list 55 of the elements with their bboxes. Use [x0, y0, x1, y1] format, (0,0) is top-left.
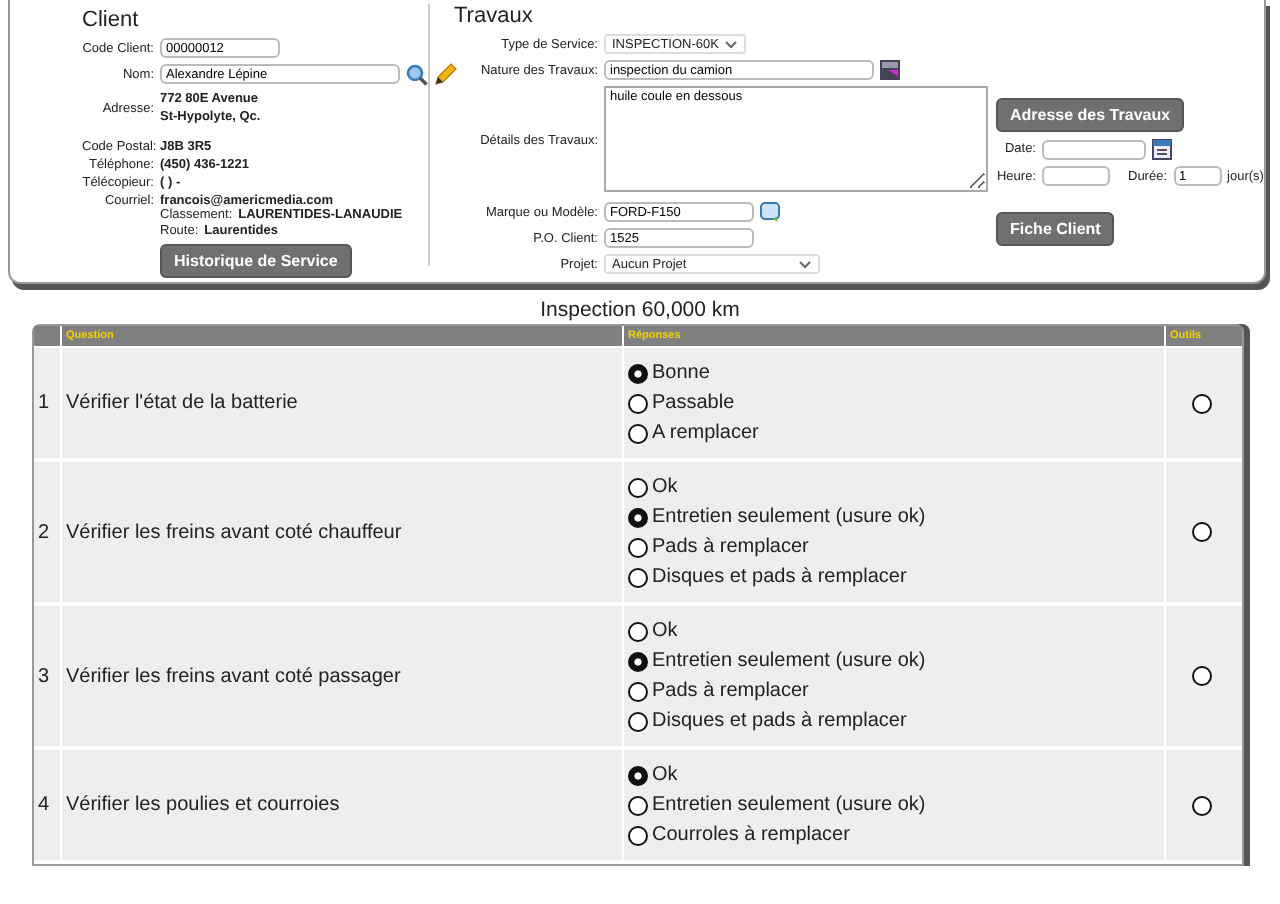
radio-button[interactable]	[628, 651, 648, 671]
row-number: 1	[34, 348, 60, 458]
answer-option[interactable]: Ok	[628, 616, 678, 646]
question-text: Vérifier les freins avant coté chauffeur	[62, 462, 622, 602]
row-number: 2	[34, 462, 60, 602]
search-icon[interactable]	[406, 63, 428, 85]
radio-button[interactable]	[628, 423, 648, 443]
answer-option[interactable]: Bonne	[628, 358, 710, 388]
answer-option[interactable]: Entretien seulement (usure ok)	[628, 790, 926, 820]
radio-button[interactable]	[628, 363, 648, 383]
answer-option[interactable]: Pads à remplacer	[628, 532, 809, 562]
question-text: Vérifier les freins avant coté passager	[62, 606, 622, 746]
work-address-button[interactable]: Adresse des Travaux	[996, 98, 1185, 132]
radio-button[interactable]	[628, 621, 648, 641]
chevron-icon	[724, 39, 739, 49]
color-picker-icon[interactable]	[880, 60, 900, 80]
radio-button[interactable]	[628, 537, 648, 557]
answer-option[interactable]: Entretien seulement (usure ok)	[628, 502, 926, 532]
question-text: Vérifier l'état de la batterie	[62, 348, 622, 458]
answer-option[interactable]: Disques et pads à remplacer	[628, 706, 907, 736]
answer-option[interactable]: Ok	[628, 760, 678, 790]
time-field[interactable]	[1042, 166, 1110, 186]
radio-button[interactable]	[628, 825, 648, 845]
tool-radio-button[interactable]	[1192, 666, 1212, 686]
chevron-icon	[798, 259, 812, 269]
history-button[interactable]: Historique de Service	[160, 244, 352, 278]
radio-button[interactable]	[628, 393, 648, 413]
answer-option[interactable]: Ok	[628, 472, 678, 502]
radio-button[interactable]	[628, 795, 648, 815]
inspection-title: Inspection 60,000 km	[538, 298, 742, 322]
tool-radio-button[interactable]	[1192, 522, 1212, 542]
radio-button[interactable]	[628, 567, 648, 587]
date-field[interactable]	[1042, 139, 1146, 159]
pencil-icon[interactable]	[434, 62, 458, 86]
radio-button[interactable]	[628, 711, 648, 731]
radio-button[interactable]	[628, 681, 648, 701]
client-sheet-button[interactable]: Fiche Client	[996, 212, 1115, 246]
section-title: Travaux	[454, 4, 535, 28]
radio-button[interactable]	[628, 507, 648, 527]
answer-option[interactable]: Disques et pads à remplacer	[628, 562, 907, 592]
calendar-icon[interactable]	[1152, 138, 1172, 160]
question-text: Vérifier les poulies et courroies	[62, 750, 622, 860]
tool-radio-button[interactable]	[1192, 393, 1212, 413]
answer-option[interactable]: Courroles à remplacer	[628, 820, 850, 850]
answer-option[interactable]: Entretien seulement (usure ok)	[628, 646, 926, 676]
row-number: 3	[34, 606, 60, 746]
answer-option[interactable]: A remplacer	[628, 418, 759, 448]
row-number: 4	[34, 750, 60, 860]
chat-bubble-icon[interactable]	[760, 202, 780, 222]
answer-option[interactable]: Pads à remplacer	[628, 676, 809, 706]
radio-button[interactable]	[628, 477, 648, 497]
answer-option[interactable]: Passable	[628, 388, 735, 418]
tool-radio-button[interactable]	[1192, 795, 1212, 815]
section-title: Client	[82, 8, 141, 32]
radio-button[interactable]	[628, 765, 648, 785]
